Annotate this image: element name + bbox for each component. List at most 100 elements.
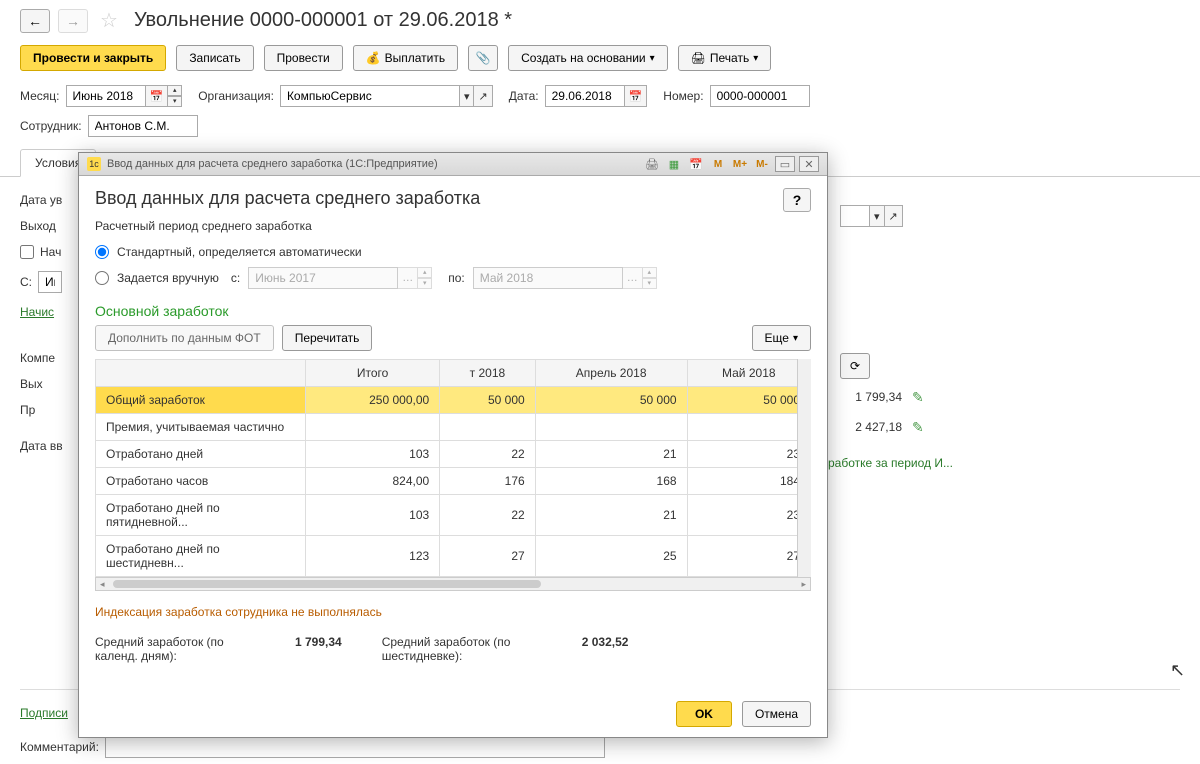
row-cell[interactable]: 27 (687, 536, 810, 577)
org-input[interactable] (280, 85, 460, 107)
more-button[interactable]: Еще (752, 325, 811, 351)
table-vertical-scrollbar[interactable] (797, 359, 811, 577)
signatures-link[interactable]: Подписи (20, 706, 68, 720)
row-cell[interactable]: 50 000 (535, 387, 687, 414)
radio-auto[interactable] (95, 245, 109, 259)
row-label: Отработано дней по шестидневн... (96, 536, 306, 577)
table-horizontal-scrollbar[interactable]: ◂ ▸ (95, 577, 811, 591)
comment-input[interactable] (105, 736, 605, 758)
th-1: Итого (306, 360, 440, 387)
section-heading: Основной заработок (95, 303, 811, 319)
indexation-note: Индексация заработка сотрудника не выпол… (95, 605, 811, 619)
month-input[interactable] (66, 85, 146, 107)
grid-icon[interactable]: ▦ (665, 156, 683, 172)
nav-back-button[interactable]: ← (20, 9, 50, 33)
pay-button[interactable]: 💰Выплатить (353, 45, 458, 71)
m-plus-button[interactable]: M+ (731, 156, 749, 172)
edit-icon-2[interactable]: ✎ (912, 419, 924, 436)
behind-dropdown[interactable]: ▾ (870, 205, 885, 227)
row-cell[interactable]: 103 (306, 441, 440, 468)
row-cell[interactable]: 184 (687, 468, 810, 495)
print-icon[interactable]: 🖨 (643, 156, 661, 172)
vyh-label: Выход (20, 219, 56, 233)
save-button[interactable]: Записать (176, 45, 253, 71)
post-and-close-button[interactable]: Провести и закрыть (20, 45, 166, 71)
attachment-button[interactable]: 📎 (468, 45, 498, 71)
radio-manual[interactable] (95, 271, 109, 285)
avg-sixday-label: Средний заработок (по шестидневке): (382, 635, 552, 663)
minimize-button[interactable]: ▭ (775, 156, 795, 172)
date-v-label: Дата вв (20, 439, 63, 453)
row-cell[interactable] (440, 414, 536, 441)
avg-sixday-value: 2 032,52 (582, 635, 629, 649)
favorite-star-icon[interactable]: ☆ (100, 8, 118, 33)
row-cell[interactable]: 123 (306, 536, 440, 577)
row-cell[interactable]: 23 (687, 495, 810, 536)
help-button[interactable]: ? (783, 188, 811, 212)
month-up[interactable]: ▴ (168, 85, 182, 96)
avg-calendar-label: Средний заработок (по календ. дням): (95, 635, 265, 663)
row-cell[interactable] (535, 414, 687, 441)
row-cell[interactable]: 27 (440, 536, 536, 577)
nav-forward-button[interactable]: → (58, 9, 88, 33)
recalc-button[interactable]: Перечитать (282, 325, 373, 351)
row-cell[interactable]: 250 000,00 (306, 387, 440, 414)
table-row[interactable]: Отработано часов824,00176168184 (96, 468, 811, 495)
print-button[interactable]: 🖨 Печать (678, 45, 772, 71)
row-cell[interactable] (306, 414, 440, 441)
table-row[interactable]: Общий заработок250 000,0050 00050 00050 … (96, 387, 811, 414)
calendar-icon[interactable]: 📅 (146, 85, 169, 107)
radio-manual-label: Задается вручную (117, 271, 219, 285)
table-row[interactable]: Премия, учитываемая частично (96, 414, 811, 441)
row-cell[interactable]: 22 (440, 441, 536, 468)
edit-icon-1[interactable]: ✎ (912, 389, 924, 406)
row-cell[interactable]: 25 (535, 536, 687, 577)
number-input[interactable] (710, 85, 810, 107)
dialog-subheading: Расчетный период среднего заработка (95, 219, 811, 233)
org-open[interactable]: ↗ (474, 85, 492, 107)
row-cell[interactable]: 50 000 (687, 387, 810, 414)
nach-checkbox[interactable] (20, 245, 34, 259)
calendar-toolbar-icon[interactable]: 📅 (687, 156, 705, 172)
table-row[interactable]: Отработано дней103222123 (96, 441, 811, 468)
close-button[interactable]: ✕ (799, 156, 819, 172)
post-button[interactable]: Провести (264, 45, 343, 71)
m-button[interactable]: M (709, 156, 727, 172)
create-based-on-button[interactable]: Создать на основании (508, 45, 668, 71)
row-cell[interactable]: 21 (535, 495, 687, 536)
supplement-button[interactable]: Дополнить по данным ФОТ (95, 325, 274, 351)
row-cell[interactable] (687, 414, 810, 441)
cancel-button[interactable]: Отмена (742, 701, 811, 727)
row-cell[interactable]: 50 000 (440, 387, 536, 414)
table-row[interactable]: Отработано дней по шестидневн...12327252… (96, 536, 811, 577)
table-header-row: Итого т 2018 Апрель 2018 Май 2018 (96, 360, 811, 387)
dialog-titlebar[interactable]: 1c Ввод данных для расчета среднего зара… (79, 153, 827, 176)
average-earnings-dialog: 1c Ввод данных для расчета среднего зара… (78, 152, 828, 738)
m-minus-button[interactable]: M- (753, 156, 771, 172)
org-dropdown[interactable]: ▾ (460, 85, 475, 107)
date-calendar-icon[interactable]: 📅 (625, 85, 648, 107)
th-2: т 2018 (440, 360, 536, 387)
row-cell[interactable]: 168 (535, 468, 687, 495)
number-label: Номер: (663, 89, 703, 103)
c-input[interactable] (38, 271, 62, 293)
row-cell[interactable]: 176 (440, 468, 536, 495)
behind-input-1[interactable] (840, 205, 870, 227)
refresh-button[interactable]: ⟳ (840, 353, 870, 379)
row-label: Отработано дней по пятидневной... (96, 495, 306, 536)
table-row[interactable]: Отработано дней по пятидневной...1032221… (96, 495, 811, 536)
row-label: Отработано дней (96, 441, 306, 468)
employee-input[interactable] (88, 115, 198, 137)
date-input[interactable] (545, 85, 625, 107)
row-cell[interactable]: 103 (306, 495, 440, 536)
row-cell[interactable]: 824,00 (306, 468, 440, 495)
behind-open[interactable]: ↗ (885, 205, 903, 227)
row-cell[interactable]: 22 (440, 495, 536, 536)
manual-from-input (248, 267, 398, 289)
month-down[interactable]: ▾ (168, 96, 182, 107)
calc-link[interactable]: Начис (20, 305, 54, 319)
row-cell[interactable]: 23 (687, 441, 810, 468)
vyh2-label: Вых (20, 377, 43, 391)
row-cell[interactable]: 21 (535, 441, 687, 468)
ok-button[interactable]: OK (676, 701, 732, 727)
